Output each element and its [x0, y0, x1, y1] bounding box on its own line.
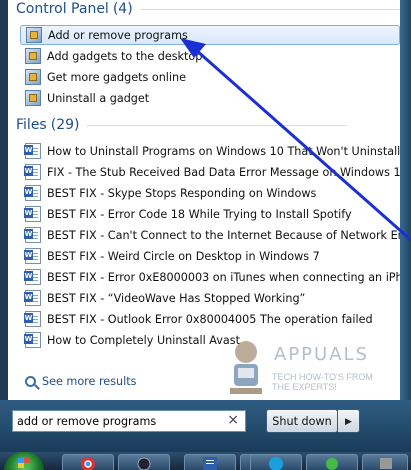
- result-label: BEST FIX - Error Code 18 While Trying to…: [47, 207, 352, 221]
- word-document-icon: [24, 290, 41, 306]
- windows-logo-icon: [18, 458, 30, 468]
- word-document-icon: [24, 185, 41, 201]
- watermark-tagline: TECH HOW-TO'S FROM THE EXPERTS!: [272, 372, 373, 392]
- result-label: BEST FIX - Error 0xE8000003 on iTunes wh…: [47, 270, 400, 284]
- control-panel-group-header[interactable]: Control Panel (4): [16, 1, 400, 17]
- control-panel-group-count: (4): [112, 1, 133, 17]
- result-label: BEST FIX - Can't Connect to the Internet…: [47, 228, 400, 242]
- file-result[interactable]: BEST FIX - “VideoWave Has Stopped Workin…: [24, 288, 306, 308]
- search-icon: [25, 376, 36, 387]
- result-add-or-remove-programs[interactable]: Add or remove programs: [20, 25, 400, 45]
- result-add-gadgets[interactable]: Add gadgets to the desktop: [25, 46, 202, 66]
- control-panel-icon: [25, 90, 41, 106]
- word-document-icon: [24, 227, 41, 243]
- result-label: BEST FIX - Outlook Error 0x80004005 The …: [47, 312, 373, 326]
- word-document-icon: [24, 164, 41, 180]
- word-document-icon: [24, 269, 41, 285]
- start-menu-bottom-bar: × Shut down ▶: [0, 400, 411, 452]
- taskbar-chrome-button[interactable]: [62, 454, 114, 470]
- mascot-logo-icon: [230, 341, 262, 394]
- file-result[interactable]: BEST FIX - Skype Stops Responding on Win…: [24, 183, 317, 203]
- result-get-more-gadgets[interactable]: Get more gadgets online: [25, 67, 186, 87]
- appuals-watermark: APPUALS TECH HOW-TO'S FROM THE EXPERTS!: [224, 338, 374, 400]
- start-menu-right-pane-edge: [400, 0, 411, 400]
- file-result[interactable]: BEST FIX - Outlook Error 0x80004005 The …: [24, 309, 373, 329]
- file-result[interactable]: How to Completely Uninstall Avast: [24, 330, 240, 350]
- result-label: BEST FIX - Skype Stops Responding on Win…: [47, 186, 317, 200]
- chevron-right-icon: ▶: [345, 415, 352, 426]
- file-result[interactable]: FIX - The Stub Received Bad Data Error M…: [24, 162, 400, 182]
- result-label: Add gadgets to the desktop: [47, 49, 203, 63]
- word-document-icon: [24, 143, 41, 159]
- app-icon: [326, 458, 338, 470]
- file-result[interactable]: BEST FIX - Error 0xE8000003 on iTunes wh…: [24, 267, 400, 287]
- start-search-input[interactable]: [17, 414, 217, 428]
- control-panel-icon: [25, 69, 41, 85]
- result-label: FIX - The Stub Received Bad Data Error M…: [47, 165, 400, 179]
- see-more-results-link[interactable]: See more results: [25, 375, 136, 388]
- taskbar-app-button[interactable]: [118, 454, 170, 470]
- chrome-icon: [81, 457, 95, 470]
- shut-down-button[interactable]: Shut down: [266, 409, 338, 433]
- see-more-label: See more results: [42, 375, 137, 388]
- result-label: How to Uninstall Programs on Windows 10 …: [47, 144, 400, 158]
- word-document-icon: [24, 311, 41, 327]
- result-label: Uninstall a gadget: [47, 91, 150, 105]
- watermark-name: APPUALS: [274, 344, 369, 365]
- result-label: Get more gadgets online: [47, 70, 186, 84]
- shut-down-options-button[interactable]: ▶: [338, 409, 360, 433]
- control-panel-icon: [26, 27, 42, 43]
- clear-search-icon[interactable]: ×: [227, 412, 239, 428]
- file-result[interactable]: BEST FIX - Weird Circle on Desktop in Wi…: [24, 246, 320, 266]
- taskbar-word-button[interactable]: [184, 454, 236, 470]
- result-label: BEST FIX - “VideoWave Has Stopped Workin…: [47, 291, 306, 305]
- file-result[interactable]: BEST FIX - Can't Connect to the Internet…: [24, 225, 400, 245]
- start-orb-button[interactable]: [4, 452, 44, 470]
- start-search-field[interactable]: ×: [12, 410, 246, 432]
- taskbar-skype-button[interactable]: [250, 454, 302, 470]
- app-icon: [137, 457, 151, 470]
- control-panel-icon: [25, 48, 41, 64]
- control-panel-group-title: Control Panel: [16, 1, 109, 17]
- result-label: BEST FIX - Weird Circle on Desktop in Wi…: [47, 249, 320, 263]
- result-label: Add or remove programs: [48, 28, 188, 42]
- shut-down-label: Shut down: [272, 414, 332, 428]
- word-document-icon: [24, 332, 41, 348]
- files-group-count: (29): [50, 117, 80, 133]
- skype-icon: [269, 457, 283, 470]
- group-divider: [140, 9, 400, 10]
- word-document-icon: [24, 206, 41, 222]
- result-uninstall-gadget[interactable]: Uninstall a gadget: [25, 88, 149, 108]
- app-icon: [380, 458, 392, 469]
- word-document-icon: [24, 248, 41, 264]
- group-divider: [87, 125, 348, 126]
- file-result[interactable]: BEST FIX - Error Code 18 While Trying to…: [24, 204, 352, 224]
- taskbar: [0, 452, 411, 470]
- search-results-pane: Control Panel (4) Add or remove programs…: [8, 0, 400, 400]
- file-result[interactable]: How to Uninstall Programs on Windows 10 …: [24, 141, 400, 161]
- files-group-header[interactable]: Files (29): [16, 117, 348, 133]
- taskbar-app-button[interactable]: [306, 454, 358, 470]
- taskbar-app-button[interactable]: [362, 454, 408, 470]
- files-group-title: Files: [16, 117, 47, 133]
- word-icon: [203, 457, 217, 470]
- result-label: How to Completely Uninstall Avast: [47, 333, 240, 347]
